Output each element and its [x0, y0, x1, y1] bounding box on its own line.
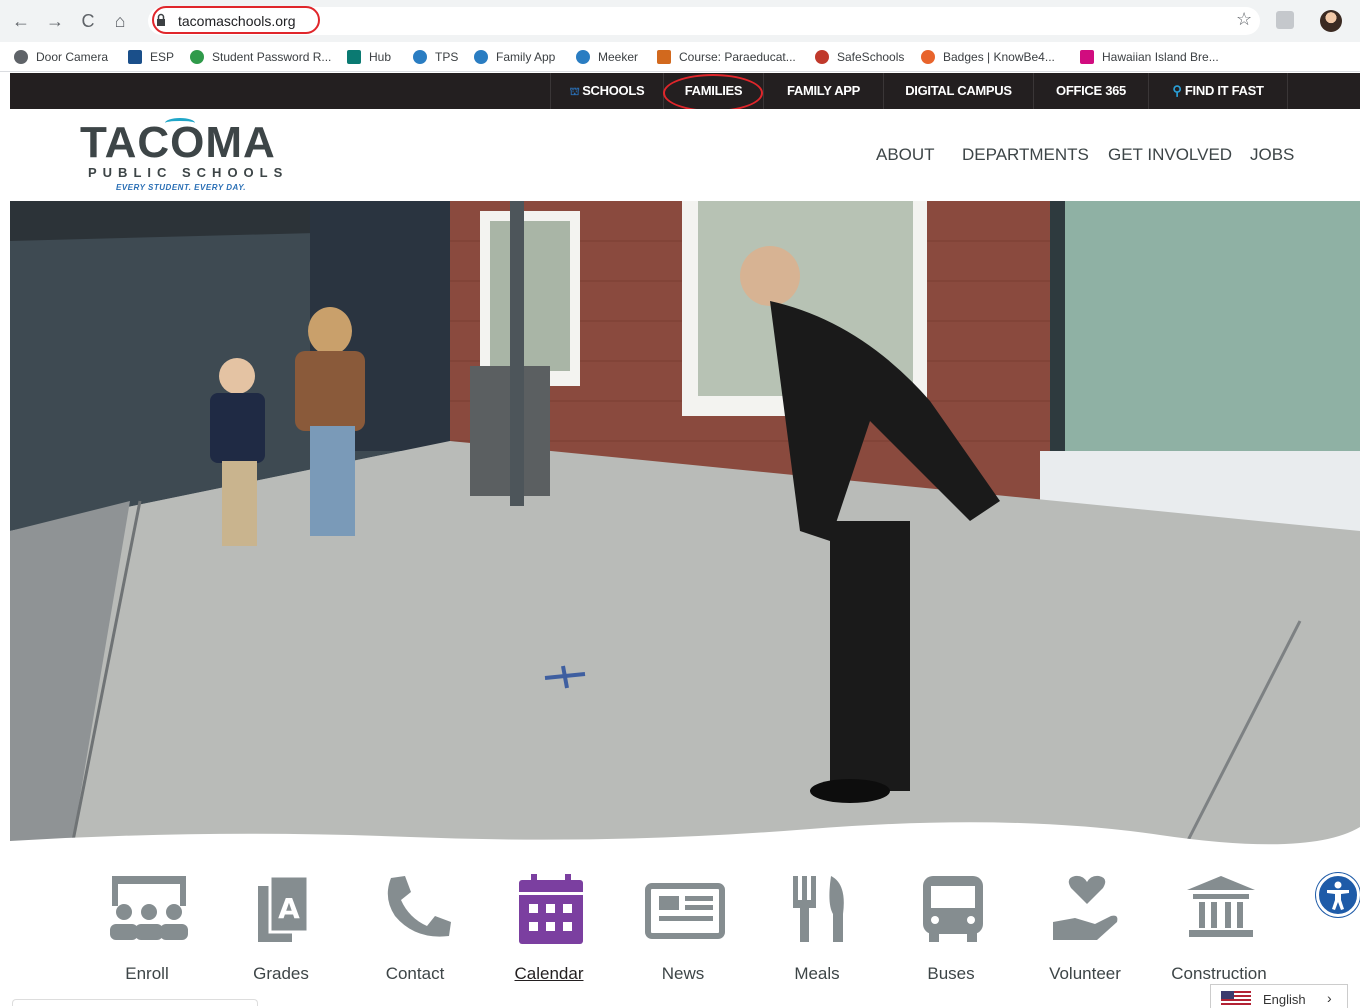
bookmark-item[interactable]: Door Camera: [14, 48, 108, 66]
hero-scene: [10, 201, 1360, 856]
home-icon[interactable]: ⌂: [109, 10, 131, 32]
extension-icon[interactable]: [1276, 11, 1294, 29]
status-bubble: [12, 999, 258, 1006]
topbar-digital-campus[interactable]: DIGITAL CAMPUS: [883, 73, 1033, 109]
bookmark-item[interactable]: ESP: [128, 48, 174, 66]
bookmark-item[interactable]: Family App: [474, 48, 555, 66]
logo-subtitle: PUBLIC SCHOOLS: [88, 165, 289, 180]
star-icon[interactable]: ☆: [1236, 9, 1252, 30]
search-icon: ⚲: [1172, 83, 1185, 98]
bookmark-item[interactable]: Badges | KnowBe4...: [921, 48, 1055, 66]
quicklink-label: Construction: [1171, 964, 1267, 983]
bus-icon: [923, 876, 983, 942]
quicklink-meals[interactable]: Meals: [752, 856, 882, 996]
bookmark-item[interactable]: Course: Paraeducat...: [657, 48, 796, 66]
quicklink-label: Enroll: [125, 964, 169, 983]
language-label: English: [1263, 992, 1306, 1007]
chevron-right-icon: ›: [1327, 990, 1332, 1006]
arrow-left-icon[interactable]: ←: [10, 10, 32, 32]
topbar-office365[interactable]: OFFICE 365: [1033, 73, 1148, 109]
quicklink-enroll[interactable]: Enroll: [82, 856, 212, 996]
language-selector[interactable]: English ›: [1210, 984, 1348, 1008]
safeschools-icon: [815, 50, 829, 64]
door-camera-icon: [14, 50, 28, 64]
profile-avatar[interactable]: [1320, 10, 1342, 32]
picsart-icon: [1080, 50, 1094, 64]
quicklink-label: Buses: [927, 964, 975, 983]
hero-image: [10, 201, 1360, 856]
accessibility-icon: [1327, 881, 1349, 910]
fork-knife-icon: [793, 876, 844, 942]
logo-title[interactable]: TACOMA: [80, 118, 276, 168]
bookmark-item[interactable]: TPS: [413, 48, 458, 66]
quicklink-label: Grades: [253, 964, 309, 983]
quicklink-volunteer[interactable]: Volunteer: [1020, 856, 1150, 996]
bookmark-item[interactable]: Hawaiian Island Bre...: [1080, 48, 1219, 66]
bookmark-item[interactable]: SafeSchools: [815, 48, 904, 66]
topbar-find-it-fast[interactable]: ⚲ FIND IT FAST: [1148, 73, 1288, 109]
quicklink-label: Meals: [794, 964, 840, 983]
quicklink-construction[interactable]: Construction: [1154, 856, 1284, 996]
families-annotation-circle: [663, 74, 763, 112]
logo-tagline: EVERY STUDENT. EVERY DAY.: [116, 183, 247, 192]
topbar-family-app[interactable]: FAMILY APP: [763, 73, 883, 109]
quicklink-news[interactable]: News: [618, 856, 748, 996]
address-bar[interactable]: tacomaschools.org: [148, 6, 1260, 35]
quicklink-grades[interactable]: A Grades: [216, 856, 346, 996]
meeker-icon: [576, 50, 590, 64]
phone-icon: [387, 876, 451, 937]
nav-jobs[interactable]: JOBS: [1250, 145, 1294, 165]
password-icon: [190, 50, 204, 64]
school-building-icon: ⛫: [569, 86, 583, 98]
arrow-right-icon[interactable]: →: [44, 10, 66, 32]
newspaper-icon: [645, 883, 725, 939]
accessibility-button[interactable]: [1316, 873, 1360, 917]
quicklink-label: Volunteer: [1049, 964, 1121, 983]
topbar-schools[interactable]: ⛫ SCHOOLS: [550, 73, 663, 109]
classroom-icon: [110, 876, 188, 940]
nav-departments[interactable]: DEPARTMENTS: [962, 145, 1089, 165]
knowbe4-icon: [921, 50, 935, 64]
moodle-icon: [657, 50, 671, 64]
quicklink-label: Contact: [385, 964, 445, 983]
tps-icon: [413, 50, 427, 64]
bookmark-item[interactable]: Student Password R...: [190, 48, 331, 66]
bookmark-item[interactable]: Hub: [347, 48, 391, 66]
quicklinks-row: Enroll A Grades Contact Calendar News Me…: [10, 856, 1360, 1006]
bookmarks-bar: Door Camera ESP Student Password R... Hu…: [0, 42, 1360, 72]
hub-icon: [347, 50, 361, 64]
nav-about[interactable]: ABOUT: [876, 145, 935, 165]
us-flag-icon: [1221, 991, 1251, 1005]
heart-hand-icon: [1053, 875, 1118, 940]
quicklink-label: News: [661, 964, 705, 983]
family-app-icon: [474, 50, 488, 64]
reload-icon[interactable]: C: [77, 10, 99, 32]
bookmark-item[interactable]: Meeker: [576, 48, 638, 66]
browser-toolbar: ← → C ⌂ tacomaschools.org ☆: [0, 0, 1360, 42]
grade-document-icon: A: [258, 874, 310, 942]
quicklink-calendar[interactable]: Calendar: [484, 856, 614, 996]
quicklink-contact[interactable]: Contact: [350, 856, 480, 996]
building-icon: [1187, 876, 1255, 937]
url-annotation-circle: [152, 6, 320, 34]
nav-get-involved[interactable]: GET INVOLVED: [1108, 145, 1232, 165]
quicklink-buses[interactable]: Buses: [886, 856, 1016, 996]
svg-text:A: A: [278, 892, 300, 925]
calendar-icon: [519, 874, 583, 944]
quicklink-label: Calendar: [514, 964, 584, 983]
esp-icon: [128, 50, 142, 64]
